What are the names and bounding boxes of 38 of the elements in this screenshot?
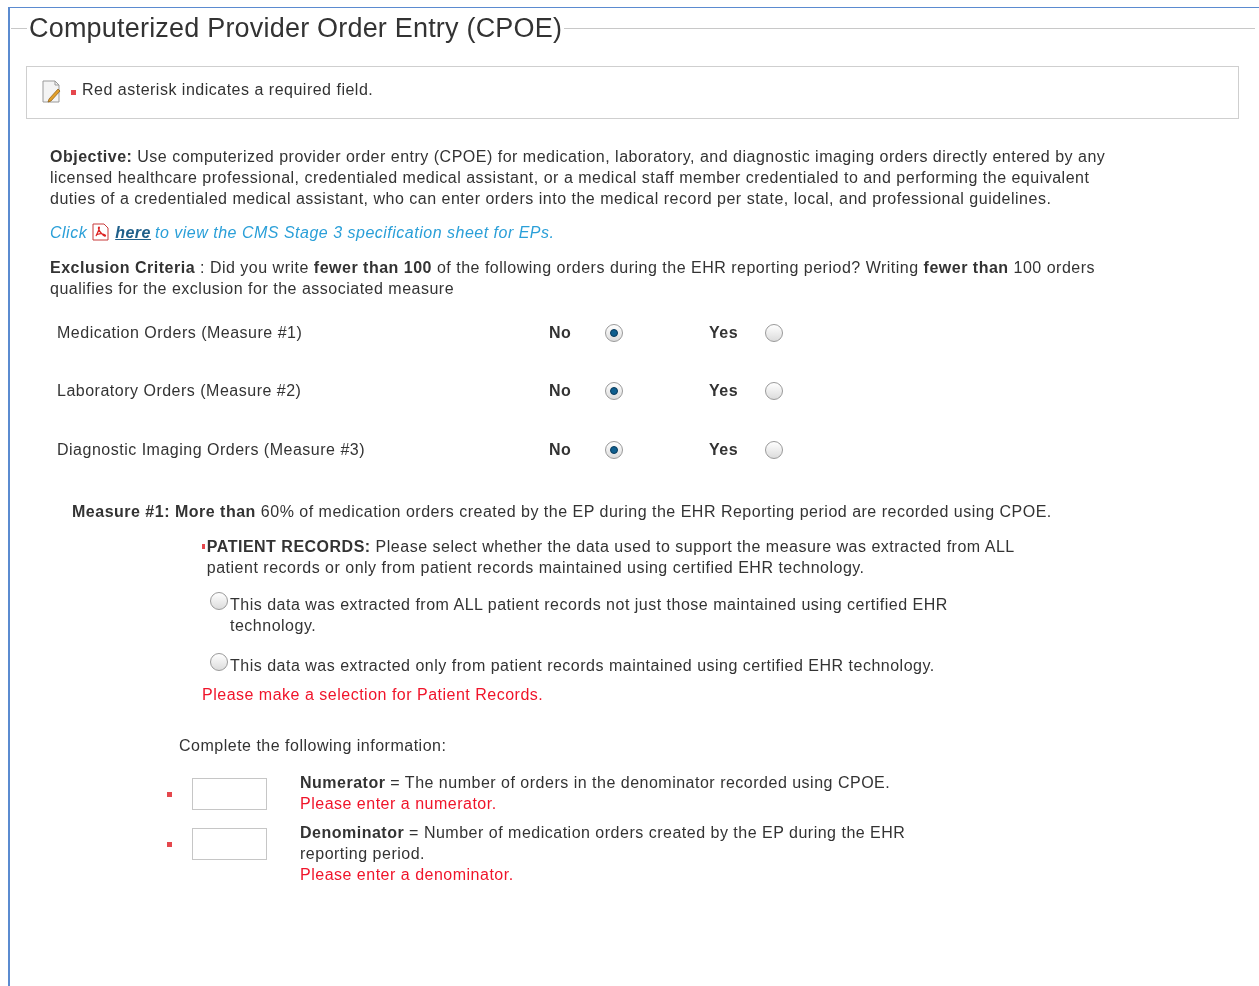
measure-text: Measure #1: More than 60% of medication orders created by the EP during the EHR Reporting period are recorded using CPOE. [72, 501, 1053, 522]
radio-button[interactable] [765, 323, 783, 342]
instruction-text: Complete the following information: [179, 735, 448, 756]
radio-button[interactable] [210, 652, 228, 671]
error-message: Please enter a denominator. [300, 864, 515, 885]
edit-note-icon [41, 80, 63, 104]
option-label: Yes [709, 440, 740, 460]
option-label: No [549, 440, 573, 460]
link-intro-text: Click [50, 222, 88, 243]
section-title: Computerized Provider Order Entry (CPOE) [28, 12, 564, 45]
order-type-label: Medication Orders (Measure #1) [57, 323, 304, 343]
exclusion-criteria-text: Exclusion Criteria : Did you write fewer than 100 of the following orders during the EHR reporting period? Writing fewer than 100 orders qualifies for the exclusion for the associated measure [50, 257, 1097, 299]
radio-button[interactable] [765, 440, 783, 459]
objective-text: Objective: Use computerized provider order entry (CPOE) for medication, laboratory, and diagnostic imaging orders directly entered by any licensed healthcare professional, credentialed medical assistant, or a medical staff member credentialed to and performing the equivalent duties of a credentialed medical assistant, who can enter orders into the medical record per state, local, and professional guidelines. [50, 146, 1107, 209]
field-description: Numerator = The number of orders in the denominator recorded using CPOE. [300, 772, 892, 793]
option-label: Yes [709, 381, 740, 401]
notice-text: Red asterisk indicates a required field. [82, 80, 374, 100]
error-message: Please enter a numerator. [300, 793, 498, 814]
here-link[interactable]: here [115, 221, 151, 243]
number-input-field[interactable] [192, 777, 267, 810]
error-message: Please make a selection for Patient Records. [202, 684, 545, 705]
radio-button[interactable] [210, 591, 228, 610]
radio-button[interactable] [605, 381, 623, 400]
number-input-field[interactable] [192, 827, 267, 860]
option-label: Yes [709, 323, 740, 343]
radio-button[interactable] [605, 440, 623, 459]
option-label: This data was extracted only from patient records maintained using certified EHR technology. [230, 655, 935, 676]
option-label: No [549, 323, 573, 343]
link-description-text: to view the CMS Stage 3 specification sheet for EPs. [154, 222, 555, 243]
radio-button[interactable] [605, 323, 623, 342]
order-type-label: Laboratory Orders (Measure #2) [57, 381, 303, 401]
radio-button[interactable] [765, 381, 783, 400]
pdf-file-icon [91, 223, 112, 241]
option-label: No [549, 381, 573, 401]
option-label: This data was extracted from ALL patient records not just those maintained using certified EHR technology. [230, 594, 949, 636]
order-type-label: Diagnostic Imaging Orders (Measure #3) [57, 440, 366, 460]
field-description: Denominator = Number of medication orders created by the EP during the EHR reporting period. [300, 822, 907, 864]
patient-records-prompt: PATIENT RECORDS: Please select whether the data used to support the measure was extracted from ALL patient records or only from patient records maintained using certified EHR technology. [206, 536, 1016, 578]
